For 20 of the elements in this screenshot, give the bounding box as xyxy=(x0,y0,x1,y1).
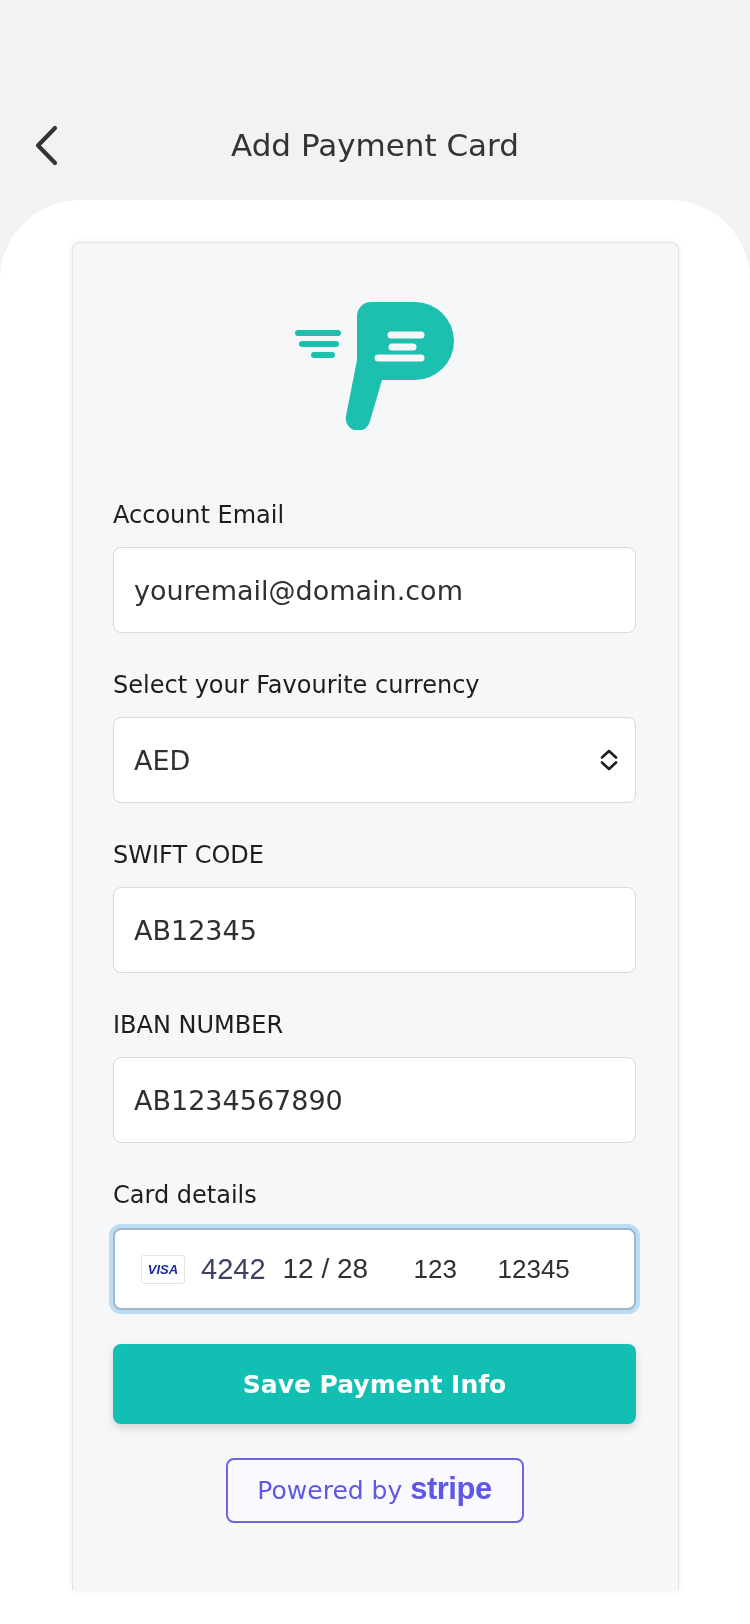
field-label: Account Email xyxy=(113,502,286,528)
currency-select[interactable]: AED xyxy=(113,717,636,803)
text-input[interactable]: AB1234567890 xyxy=(113,1057,636,1143)
field-label: IBAN NUMBER xyxy=(113,1012,285,1038)
text-input[interactable]: AB12345 xyxy=(113,887,636,973)
screen-title: Add Payment Card xyxy=(230,127,520,163)
field-label: SWIFT CODE xyxy=(113,842,265,868)
back-icon xyxy=(33,124,58,166)
expiry-date-value[interactable]: 12 / 28 xyxy=(282,1253,414,1285)
postal-code-value[interactable]: 12345 xyxy=(497,1253,570,1285)
powered-by-stripe-link[interactable]: Powered by stripe xyxy=(225,1458,524,1523)
card-brand-logo: VISA xyxy=(141,1254,185,1284)
field-label: Select your Favourite currency xyxy=(113,672,481,698)
up-down-chevron-icon xyxy=(599,748,619,772)
logo-icon xyxy=(293,300,456,430)
field-label: Card details xyxy=(113,1182,258,1208)
back-button[interactable] xyxy=(33,124,58,166)
card-number-value[interactable]: 4242 xyxy=(201,1252,266,1286)
text-input[interactable]: youremail@domain.com xyxy=(113,547,636,633)
cvc-value[interactable]: 123 xyxy=(413,1253,498,1285)
